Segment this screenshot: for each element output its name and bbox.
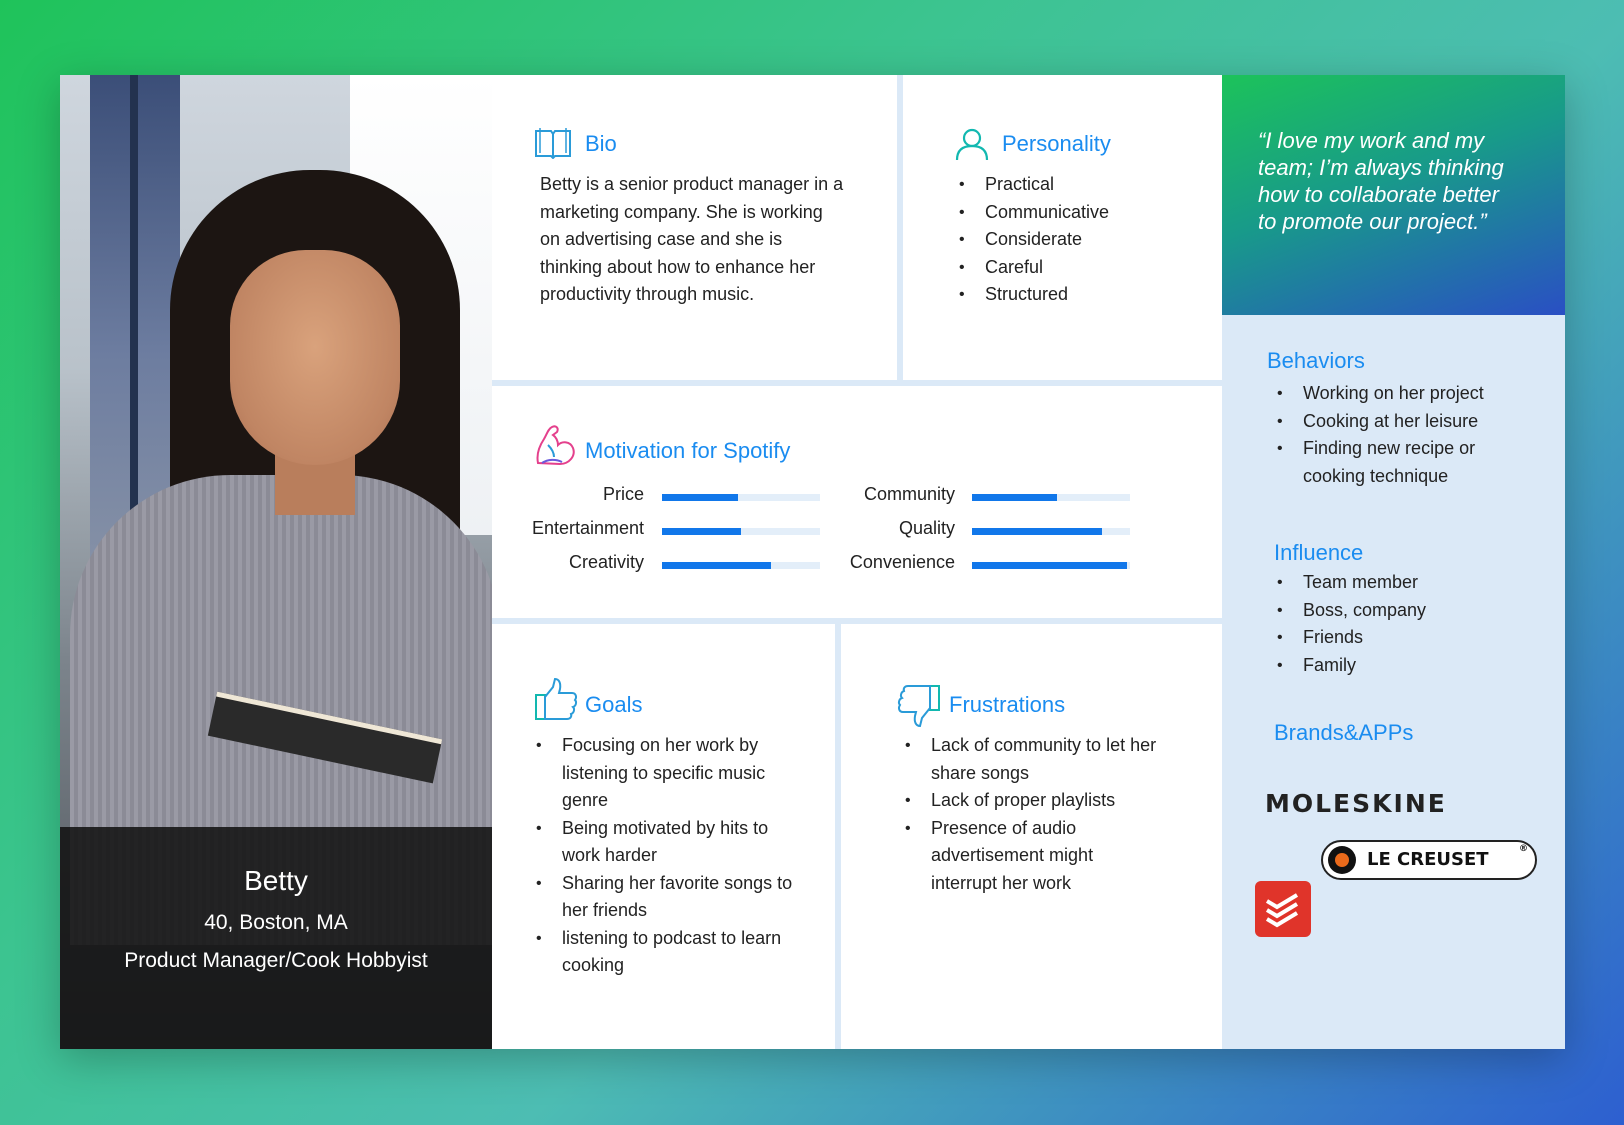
bio-line: thinking about how to enhance her — [540, 256, 816, 277]
persona-role: Product Manager/Cook Hobbyist — [124, 949, 428, 972]
goals-list: Focusing on her work bylistening to spec… — [534, 732, 829, 980]
list-item: Lack of proper playlists — [903, 787, 1213, 815]
behaviors-list: Working on her project Cooking at her le… — [1275, 380, 1545, 490]
list-item: listening to podcast to learncooking — [534, 925, 829, 980]
list-item: Careful — [957, 254, 1217, 282]
list-item: Boss, company — [1275, 597, 1545, 625]
list-item: Focusing on her work bylistening to spec… — [534, 732, 829, 815]
bio-line: Betty is a senior product manager in a — [540, 174, 844, 194]
personality-title: Personality — [1002, 131, 1111, 156]
frustrations-panel: Frustrations Lack of community to let he… — [841, 624, 1222, 1049]
persona-photo: Betty 40, Boston, MA Product Manager/Coo… — [60, 75, 492, 1049]
personality-list: Practical Communicative Considerate Care… — [957, 171, 1217, 309]
list-item: Considerate — [957, 226, 1217, 254]
motivation-bar — [972, 562, 1130, 569]
le-creuset-logo: LE CREUSET ® — [1321, 840, 1537, 880]
book-icon — [535, 128, 571, 159]
motivation-label: Community — [863, 484, 955, 504]
persona-card: Betty 40, Boston, MA Product Manager/Coo… — [60, 75, 1565, 1049]
goals-panel: Goals Focusing on her work bylistening t… — [492, 624, 835, 1049]
persona-age-location: 40, Boston, MA — [204, 911, 348, 934]
bio-line: marketing company. She is working — [540, 201, 823, 222]
motivation-row-quality: Quality — [492, 518, 1222, 540]
frustrations-list: Lack of community to let hershare songs … — [903, 732, 1213, 897]
list-item: Lack of community to let hershare songs — [903, 732, 1213, 787]
motivation-title: Motivation for Spotify — [585, 438, 791, 463]
frustrations-title: Frustrations — [949, 692, 1066, 717]
list-item: Finding new recipe orcooking technique — [1275, 435, 1545, 490]
motivation-bar — [972, 528, 1130, 535]
list-item: Practical — [957, 171, 1217, 199]
bio-line: on advertising case and she is — [540, 229, 783, 249]
motivation-label: Convenience — [849, 552, 955, 572]
list-item: Working on her project — [1275, 380, 1545, 408]
list-item: Presence of audioadvertisement mightinte… — [903, 815, 1213, 898]
motivation-row-convenience: Convenience — [492, 552, 1222, 574]
motivation-bar-fill — [972, 562, 1127, 569]
influence-list: Team member Boss, company Friends Family — [1275, 569, 1545, 679]
persona-name: Betty — [244, 865, 308, 896]
list-item: Sharing her favorite songs toher friends — [534, 870, 829, 925]
quote-box: “I love my work and my team; I’m always … — [1222, 75, 1565, 315]
list-item: Family — [1275, 652, 1545, 680]
list-item: Communicative — [957, 199, 1217, 227]
photo-face — [230, 250, 400, 465]
motivation-bar-fill — [972, 494, 1058, 501]
influence-title: Influence — [1274, 540, 1364, 565]
thumbs-up-icon — [535, 677, 578, 720]
personality-panel: Personality Practical Communicative Cons… — [903, 75, 1222, 380]
moleskine-logo: MOLESKINE — [1265, 789, 1447, 818]
motivation-row-community: Community — [492, 484, 1222, 506]
persona-quote: “I love my work and my team; I’m always … — [1258, 128, 1504, 234]
motivation-bar — [972, 494, 1130, 501]
bio-text: Betty is a senior product manager in a m… — [540, 171, 880, 309]
flexed-arm-icon — [536, 425, 575, 466]
thumbs-down-icon — [897, 685, 940, 728]
goals-title: Goals — [585, 692, 643, 717]
todoist-stripes-icon — [1265, 893, 1299, 928]
bio-line: productivity through music. — [540, 284, 755, 304]
le-creuset-mark-icon — [1328, 846, 1356, 874]
list-item: Team member — [1275, 569, 1545, 597]
list-item: Structured — [957, 281, 1217, 309]
list-item: Friends — [1275, 624, 1545, 652]
bio-panel: Bio Betty is a senior product manager in… — [492, 75, 897, 380]
todoist-logo-icon — [1255, 881, 1311, 937]
person-icon — [955, 128, 989, 161]
motivation-label: Quality — [898, 518, 955, 538]
behaviors-title: Behaviors — [1267, 348, 1365, 373]
brands-title: Brands&APPs — [1274, 720, 1414, 745]
persona-caption: Betty 40, Boston, MA Product Manager/Coo… — [60, 827, 492, 1049]
motivation-panel: Motivation for Spotify Price Entertainme… — [492, 386, 1222, 618]
motivation-bar-fill — [972, 528, 1102, 535]
list-item: Cooking at her leisure — [1275, 408, 1545, 436]
bio-title: Bio — [585, 131, 617, 156]
list-item: Being motivated by hits towork harder — [534, 815, 829, 870]
